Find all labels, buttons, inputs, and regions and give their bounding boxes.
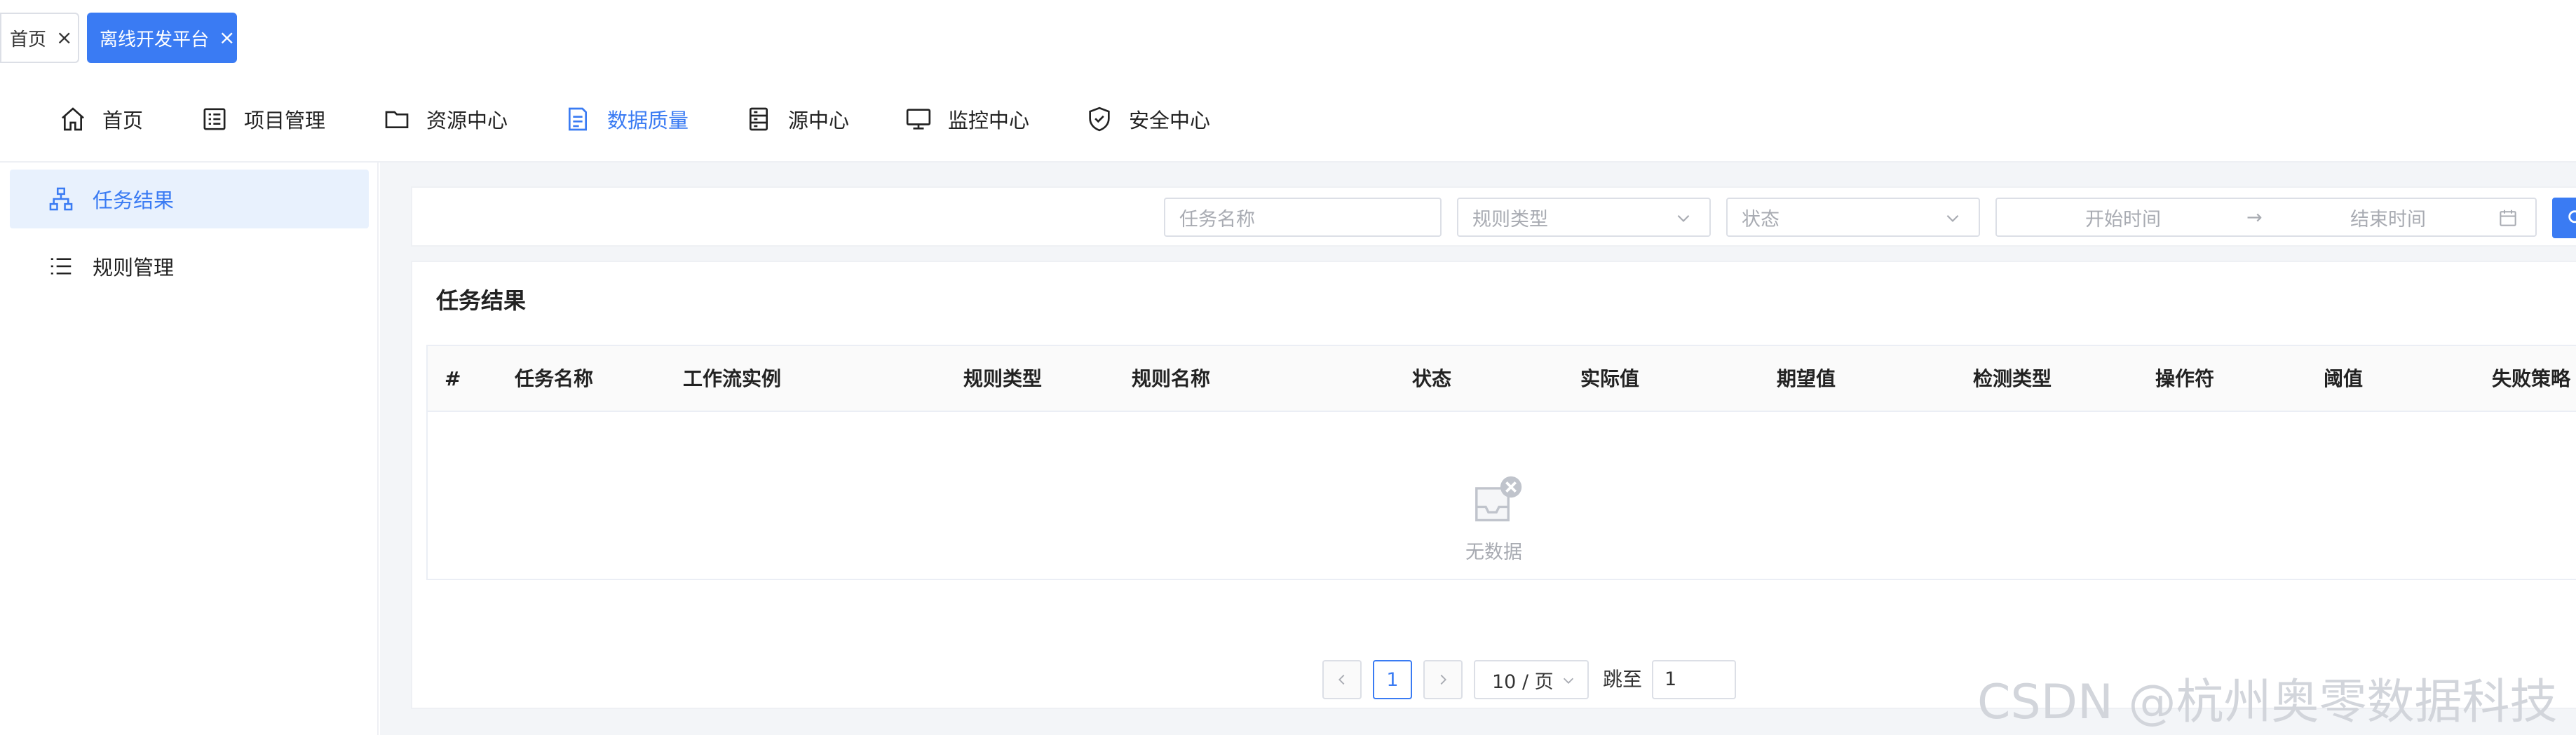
page-number-current[interactable]: 1 — [1373, 660, 1412, 699]
content-area: 任务名称 规则类型 状态 开始时间 → 结束时间 任务结果 # 任务名称 工作流… — [380, 163, 2576, 735]
filter-bar: 任务名称 规则类型 状态 开始时间 → 结束时间 — [411, 186, 2576, 247]
chevron-down-icon — [1946, 214, 1959, 222]
next-page-button[interactable] — [1423, 660, 1463, 699]
table-header: # 任务名称 工作流实例 规则类型 规则名称 状态 实际值 期望值 检测类型 操… — [428, 346, 2576, 412]
chevron-down-icon — [1563, 678, 1574, 684]
start-time-placeholder[interactable]: 开始时间 — [2085, 204, 2161, 231]
column-header-actual-value: 实际值 — [1580, 367, 1640, 390]
nav-item-label: 资源中心 — [426, 109, 508, 132]
sidebar-item-task-results[interactable]: 任务结果 — [10, 170, 369, 228]
watermark: CSDN @杭州奥零数据科技 — [1977, 675, 2558, 730]
nav-item-label: 首页 — [102, 109, 144, 132]
sidebar-item-rule-management[interactable]: 规则管理 — [10, 237, 369, 296]
tab-strip: 首页 × 离线开发平台 × — [0, 0, 2576, 76]
column-header-rule-name: 规则名称 — [1132, 367, 1211, 390]
column-header-rule-type: 规则类型 — [963, 367, 1043, 390]
nav-item-data-quality[interactable]: 数据质量 — [564, 76, 689, 163]
task-results-panel: 任务结果 # 任务名称 工作流实例 规则类型 规则名称 状态 实际值 期望值 检… — [411, 261, 2576, 709]
nav-item-resource-center[interactable]: 资源中心 — [383, 76, 508, 163]
tab-offline-label: 离线开发平台 — [100, 29, 210, 50]
column-header-index: # — [445, 367, 461, 390]
chevron-left-icon — [1338, 674, 1345, 685]
column-header-check-type: 检测类型 — [1973, 367, 2052, 390]
calendar-icon — [2500, 209, 2516, 226]
sidebar-item-label: 任务结果 — [93, 188, 175, 212]
nav-item-project-management[interactable]: 项目管理 — [201, 76, 325, 163]
server-icon — [750, 107, 768, 131]
list-icon — [203, 108, 226, 130]
empty-text: 无数据 — [1465, 542, 1522, 563]
empty-state: 无数据 — [428, 412, 2576, 580]
nav-item-label: 数据质量 — [607, 109, 689, 132]
nav-item-label: 项目管理 — [244, 109, 326, 132]
nav-item-label: 源中心 — [788, 109, 850, 132]
folder-icon — [385, 111, 409, 128]
search-icon — [2568, 210, 2576, 224]
sidebar-item-label: 规则管理 — [93, 256, 175, 280]
nav-item-monitor-center[interactable]: 监控中心 — [904, 76, 1029, 163]
column-header-expected-value: 期望值 — [1777, 367, 1836, 390]
task-name-input[interactable]: 任务名称 — [1164, 198, 1442, 237]
tab-home[interactable]: 首页 × — [0, 13, 79, 63]
sidebar: 任务结果 规则管理 — [0, 163, 379, 735]
home-icon — [62, 107, 84, 131]
tab-offline-platform[interactable]: 离线开发平台 × — [87, 13, 237, 63]
page-size-label: 10 / 页 — [1492, 671, 1554, 693]
list-icon — [50, 258, 72, 275]
prev-page-button[interactable] — [1322, 660, 1362, 699]
column-header-failure-strategy: 失败策略 — [2492, 367, 2571, 390]
search-button[interactable] — [2552, 198, 2576, 238]
tab-home-label: 首页 — [10, 29, 47, 50]
column-header-task-name: 任务名称 — [515, 367, 594, 390]
date-range-picker[interactable]: 开始时间 → 结束时间 — [1995, 198, 2537, 237]
panel-title: 任务结果 — [436, 287, 527, 314]
jump-page-input[interactable]: 1 — [1652, 660, 1736, 699]
monitor-icon — [906, 109, 931, 130]
close-icon[interactable]: × — [219, 28, 235, 48]
nav-item-label: 安全中心 — [1129, 109, 1211, 132]
end-time-placeholder[interactable]: 结束时间 — [2350, 204, 2426, 231]
column-header-operator: 操作符 — [2155, 367, 2215, 390]
main-nav: 首页 项目管理 资源中心 数据质量 源中心 监控中心 安全中心 — [0, 76, 2576, 163]
status-placeholder: 状态 — [1742, 208, 1780, 231]
status-select[interactable]: 状态 — [1726, 198, 1980, 237]
nav-item-label: 监控中心 — [948, 109, 1030, 132]
shield-icon — [1089, 107, 1110, 132]
rule-type-select[interactable]: 规则类型 — [1457, 198, 1711, 237]
results-table: # 任务名称 工作流实例 规则类型 规则名称 状态 实际值 期望值 检测类型 操… — [426, 345, 2576, 580]
column-header-workflow-instance: 工作流实例 — [683, 367, 782, 390]
empty-inbox-icon — [1475, 476, 1522, 522]
document-icon — [569, 107, 587, 131]
rule-type-placeholder: 规则类型 — [1472, 208, 1548, 231]
column-header-status: 状态 — [1412, 367, 1452, 390]
jump-label: 跳至 — [1603, 668, 1643, 691]
nav-item-source-center[interactable]: 源中心 — [745, 76, 849, 163]
nav-item-security-center[interactable]: 安全中心 — [1085, 76, 1210, 163]
close-icon[interactable]: × — [56, 28, 72, 48]
chevron-down-icon — [1677, 214, 1690, 222]
task-name-placeholder: 任务名称 — [1179, 208, 1255, 231]
sitemap-icon — [49, 187, 73, 211]
page-size-select[interactable]: 10 / 页 — [1474, 660, 1589, 699]
chevron-right-icon — [1440, 674, 1446, 685]
nav-item-home[interactable]: 首页 — [59, 76, 143, 163]
column-header-threshold: 阈值 — [2324, 367, 2364, 390]
arrow-right-icon: → — [2246, 206, 2263, 228]
